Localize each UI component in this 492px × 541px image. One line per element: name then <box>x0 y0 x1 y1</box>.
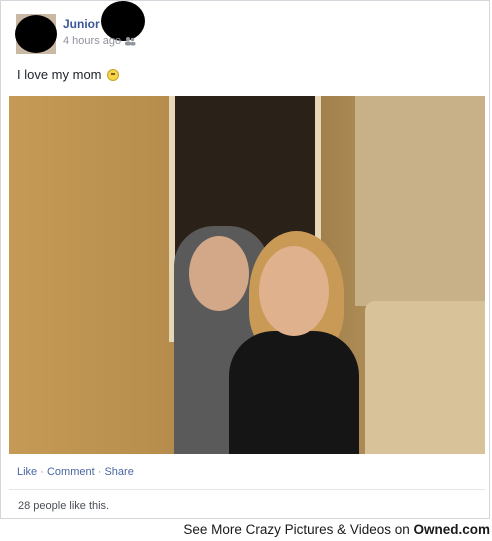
photo-wall <box>355 96 485 306</box>
footer-brand: Owned.com <box>413 522 490 537</box>
smiley-icon <box>106 68 119 81</box>
footer-text: See More Crazy Pictures & Videos on <box>183 522 414 537</box>
photo-head-woman <box>259 246 329 336</box>
photo-person-woman <box>229 331 359 454</box>
friends-icon <box>125 37 136 46</box>
post-timestamp[interactable]: 4 hours ago <box>63 35 121 47</box>
watermark-footer: See More Crazy Pictures & Videos on Owne… <box>183 522 490 537</box>
photo-couch <box>365 301 485 454</box>
post-actions: Like · Comment · Share <box>17 466 134 478</box>
post-photo[interactable] <box>9 96 485 454</box>
redaction-circle-left <box>15 15 57 53</box>
likes-count[interactable]: 28 people like this. <box>18 500 109 512</box>
status-text: I love my mom <box>17 67 119 82</box>
comment-link[interactable]: Comment <box>47 466 95 478</box>
post-meta: 4 hours ago <box>63 35 136 47</box>
facebook-post: Junior 4 hours ago I love my mom Like · … <box>0 0 490 519</box>
status-message: I love my mom <box>17 67 102 82</box>
likes-summary: 28 people like this. <box>9 489 485 515</box>
action-separator: · <box>97 466 102 478</box>
like-link[interactable]: Like <box>17 466 37 478</box>
share-link[interactable]: Share <box>104 466 133 478</box>
action-separator: · <box>40 466 44 478</box>
author-name[interactable]: Junior <box>63 17 100 31</box>
photo-head-young-man <box>189 236 249 311</box>
